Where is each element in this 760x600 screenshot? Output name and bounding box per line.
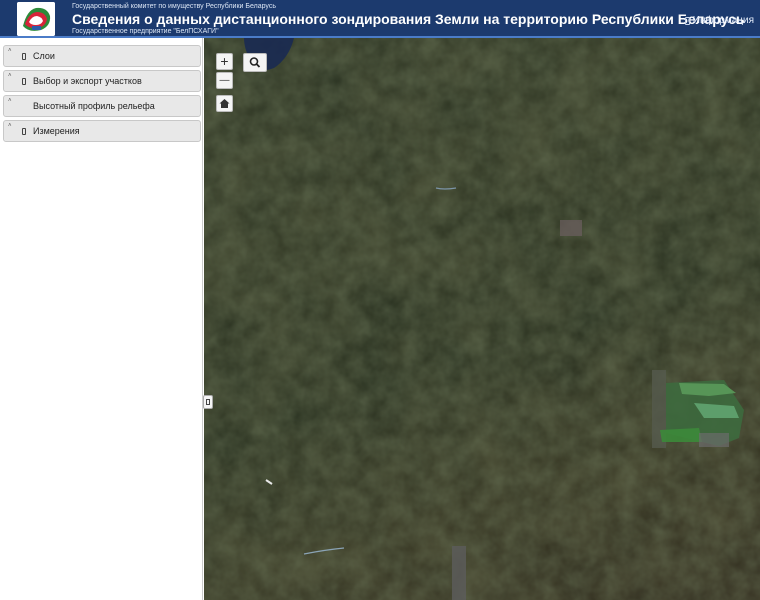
app-header: Государственный комитет по имуществу Рес… — [0, 0, 760, 38]
ruler-icon — [22, 128, 26, 135]
map-search-button[interactable] — [243, 53, 267, 72]
sidebar-item-label: Высотный профиль рельефа — [33, 101, 155, 111]
page-title: Сведения о данных дистанционного зондиро… — [72, 11, 745, 27]
sidebar-item-label: Выбор и экспорт участков — [33, 76, 142, 86]
select-icon — [22, 78, 26, 85]
chevron-icon: ˄ — [8, 48, 12, 54]
map-imagery — [204, 38, 760, 600]
sidebar-item-select-export[interactable]: ˄ Выбор и экспорт участков — [3, 70, 201, 92]
home-button[interactable] — [216, 95, 233, 112]
sidebar: ˄ Слои ˄ Выбор и экспорт участков ˄ Высо… — [0, 38, 203, 600]
sidebar-item-label: Слои — [33, 51, 55, 61]
sidebar-collapse-handle[interactable] — [203, 395, 213, 409]
enterprise-name: Государственное предприятие "БелПСХАГИ" — [72, 28, 219, 35]
panel-toggle-icon — [206, 399, 210, 405]
info-icon — [684, 16, 690, 25]
info-label: Информация — [692, 15, 754, 26]
chevron-icon: ˄ — [8, 73, 12, 79]
sidebar-item-measurements[interactable]: ˄ Измерения — [3, 120, 201, 142]
info-link[interactable]: Информация — [684, 15, 754, 26]
home-icon — [219, 99, 230, 108]
zoom-out-button[interactable]: — — [216, 72, 233, 89]
search-icon — [249, 57, 261, 68]
zoom-in-button[interactable]: + — [216, 53, 233, 70]
chevron-icon: ˄ — [8, 98, 12, 104]
layers-icon — [22, 53, 26, 60]
satellite-map[interactable] — [204, 38, 760, 600]
sidebar-item-label: Измерения — [33, 126, 80, 136]
organization-name: Государственный комитет по имуществу Рес… — [72, 3, 276, 10]
sidebar-item-layers[interactable]: ˄ Слои — [3, 45, 201, 67]
logo — [17, 2, 55, 36]
chevron-icon: ˄ — [8, 123, 12, 129]
sidebar-item-elevation-profile[interactable]: ˄ Высотный профиль рельефа — [3, 95, 201, 117]
